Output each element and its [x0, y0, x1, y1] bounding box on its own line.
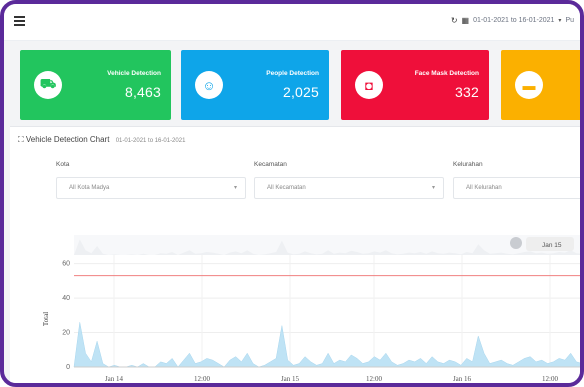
face-mask-detection-card[interactable]: ◘ Face Mask Detection 332: [341, 50, 489, 120]
y-tick-label: 0: [66, 364, 70, 371]
detection-card-4[interactable]: ▬: [501, 50, 580, 120]
y-tick-label: 20: [62, 330, 70, 337]
x-tick-label: 12:00: [366, 375, 382, 383]
x-tick-label: 12:00: [194, 375, 210, 383]
x-tick-label: Jan 14: [105, 375, 124, 383]
card-value: 332: [455, 84, 479, 100]
area-series: [73, 322, 580, 368]
vehicle-detection-chart[interactable]: Jan 15 0 20 40 60 Total Jan 14 12:00 Jan 15 12:00…: [10, 127, 584, 387]
mask-icon: ◘: [355, 71, 383, 99]
people-icon: ☺: [195, 71, 223, 99]
date-range-picker[interactable]: ↻ ▦ 01-01-2021 to 16-01-2021 ▾ Pu: [451, 16, 574, 25]
chart-panel: ⛶ Vehicle Detection Chart 01-01-2021 to …: [10, 126, 580, 383]
x-tick-label: Jan 15: [281, 375, 300, 383]
x-tick-label: Jan 16: [453, 375, 472, 383]
refresh-icon[interactable]: ↻: [451, 16, 458, 25]
date-range-text: 01-01-2021 to 16-01-2021: [473, 17, 555, 24]
hamburger-menu-icon[interactable]: [14, 16, 25, 26]
card-icon: ▬: [515, 71, 543, 99]
people-detection-card[interactable]: ☺ People Detection 2,025: [181, 50, 329, 120]
range-handle: [510, 237, 522, 249]
card-value: 8,463: [124, 84, 161, 100]
chevron-down-icon: ▾: [558, 18, 562, 24]
y-tick-label: 60: [62, 261, 70, 268]
x-tick-label: 12:00: [542, 375, 558, 383]
y-axis-label: Total: [42, 312, 50, 326]
card-title: People Detection: [266, 70, 319, 77]
vehicle-detection-card[interactable]: ⛟ Vehicle Detection 8,463: [20, 50, 171, 120]
card-title: Face Mask Detection: [414, 70, 479, 77]
car-icon: ⛟: [34, 71, 62, 99]
range-selector-label: Jan 15: [542, 242, 562, 249]
calendar-icon: ▦: [461, 16, 470, 25]
y-tick-label: 40: [62, 295, 70, 302]
card-value: 2,025: [282, 84, 319, 100]
topbar-trailing-text[interactable]: Pu: [565, 17, 574, 24]
app-frame: ↻ ▦ 01-01-2021 to 16-01-2021 ▾ Pu ⛟ Vehi…: [0, 0, 584, 387]
card-title: Vehicle Detection: [107, 70, 161, 77]
top-bar: ↻ ▦ 01-01-2021 to 16-01-2021 ▾ Pu: [4, 4, 580, 41]
